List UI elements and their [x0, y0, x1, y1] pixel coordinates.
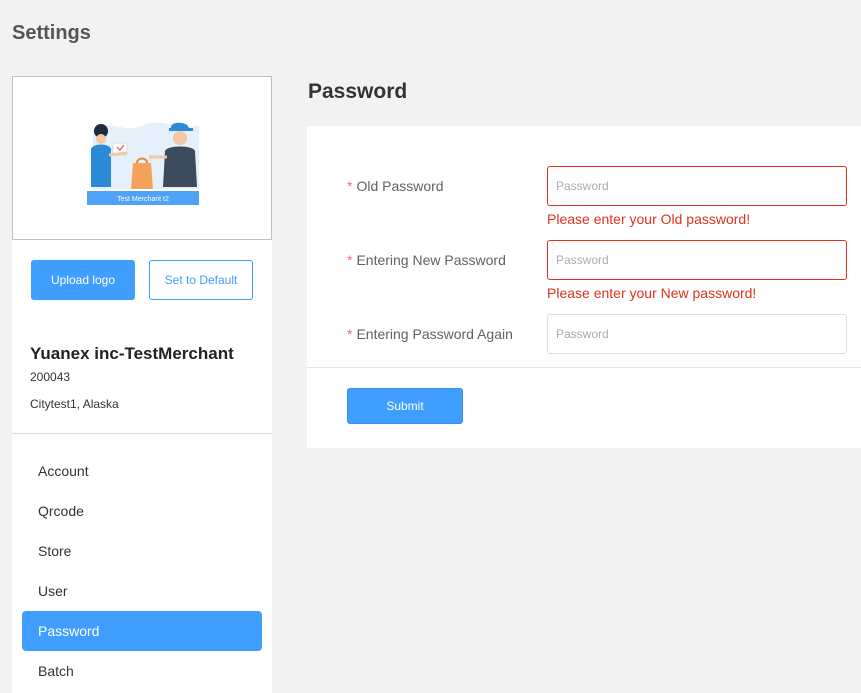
old-password-error: Please enter your Old password! [547, 211, 751, 227]
settings-menu: Account Qrcode Store User Password Batch [22, 451, 262, 691]
upload-logo-button[interactable]: Upload logo [31, 260, 135, 300]
logo-preview: Test Merchant t2 [12, 76, 272, 240]
menu-item-user[interactable]: User [22, 571, 262, 611]
old-password-label-text: Old Password [356, 178, 444, 194]
new-password-label-text: Entering New Password [356, 252, 506, 268]
old-password-label: * Old Password [347, 178, 444, 194]
required-mark: * [347, 178, 353, 194]
page-title: Settings [12, 22, 91, 44]
confirm-password-input[interactable] [547, 314, 847, 354]
confirm-password-label-text: Entering Password Again [356, 326, 513, 342]
merchant-logo-image: Test Merchant t2 [87, 122, 199, 205]
confirm-password-label: * Entering Password Again [347, 326, 513, 342]
merchant-location: Citytest1, Alaska [30, 397, 119, 411]
menu-item-password[interactable]: Password [22, 611, 262, 651]
new-password-label: * Entering New Password [347, 252, 506, 268]
old-password-input[interactable] [547, 166, 847, 206]
password-form: * Old Password Please enter your Old pass… [307, 126, 861, 448]
merchant-code: 200043 [30, 370, 71, 384]
menu-item-qrcode[interactable]: Qrcode [22, 491, 262, 531]
submit-button[interactable]: Submit [347, 388, 463, 424]
form-divider [307, 367, 861, 368]
section-title: Password [308, 80, 408, 103]
required-mark: * [347, 326, 353, 342]
new-password-input[interactable] [547, 240, 847, 280]
menu-item-store[interactable]: Store [22, 531, 262, 571]
merchant-profile-panel: Test Merchant t2 Upload logo Set to Defa… [12, 76, 272, 693]
logo-caption: Test Merchant t2 [117, 196, 169, 203]
menu-item-account[interactable]: Account [22, 451, 262, 491]
required-mark: * [347, 252, 353, 268]
profile-divider [12, 433, 272, 434]
merchant-name: Yuanex inc-TestMerchant [30, 344, 234, 363]
new-password-error: Please enter your New password! [547, 285, 757, 301]
set-default-button[interactable]: Set to Default [149, 260, 253, 300]
menu-item-batch[interactable]: Batch [22, 651, 262, 691]
